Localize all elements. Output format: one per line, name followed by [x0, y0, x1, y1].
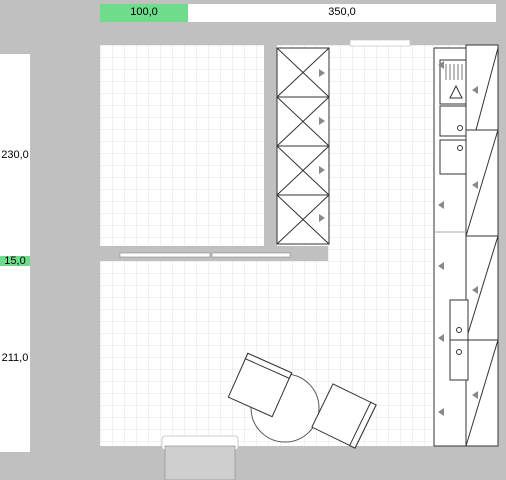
interior-wall-vertical[interactable] [264, 45, 277, 247]
sink-appliance[interactable] [449, 299, 469, 381]
sliding-door-left[interactable] [119, 252, 211, 258]
floor-plan-canvas[interactable] [0, 0, 506, 480]
window-top[interactable] [349, 39, 411, 47]
right-wall [498, 45, 506, 446]
sliding-door-right[interactable] [211, 252, 291, 258]
bottom-door[interactable] [161, 435, 239, 480]
tall-cabinet-column[interactable] [276, 47, 330, 245]
wall-units-right[interactable] [433, 44, 499, 447]
